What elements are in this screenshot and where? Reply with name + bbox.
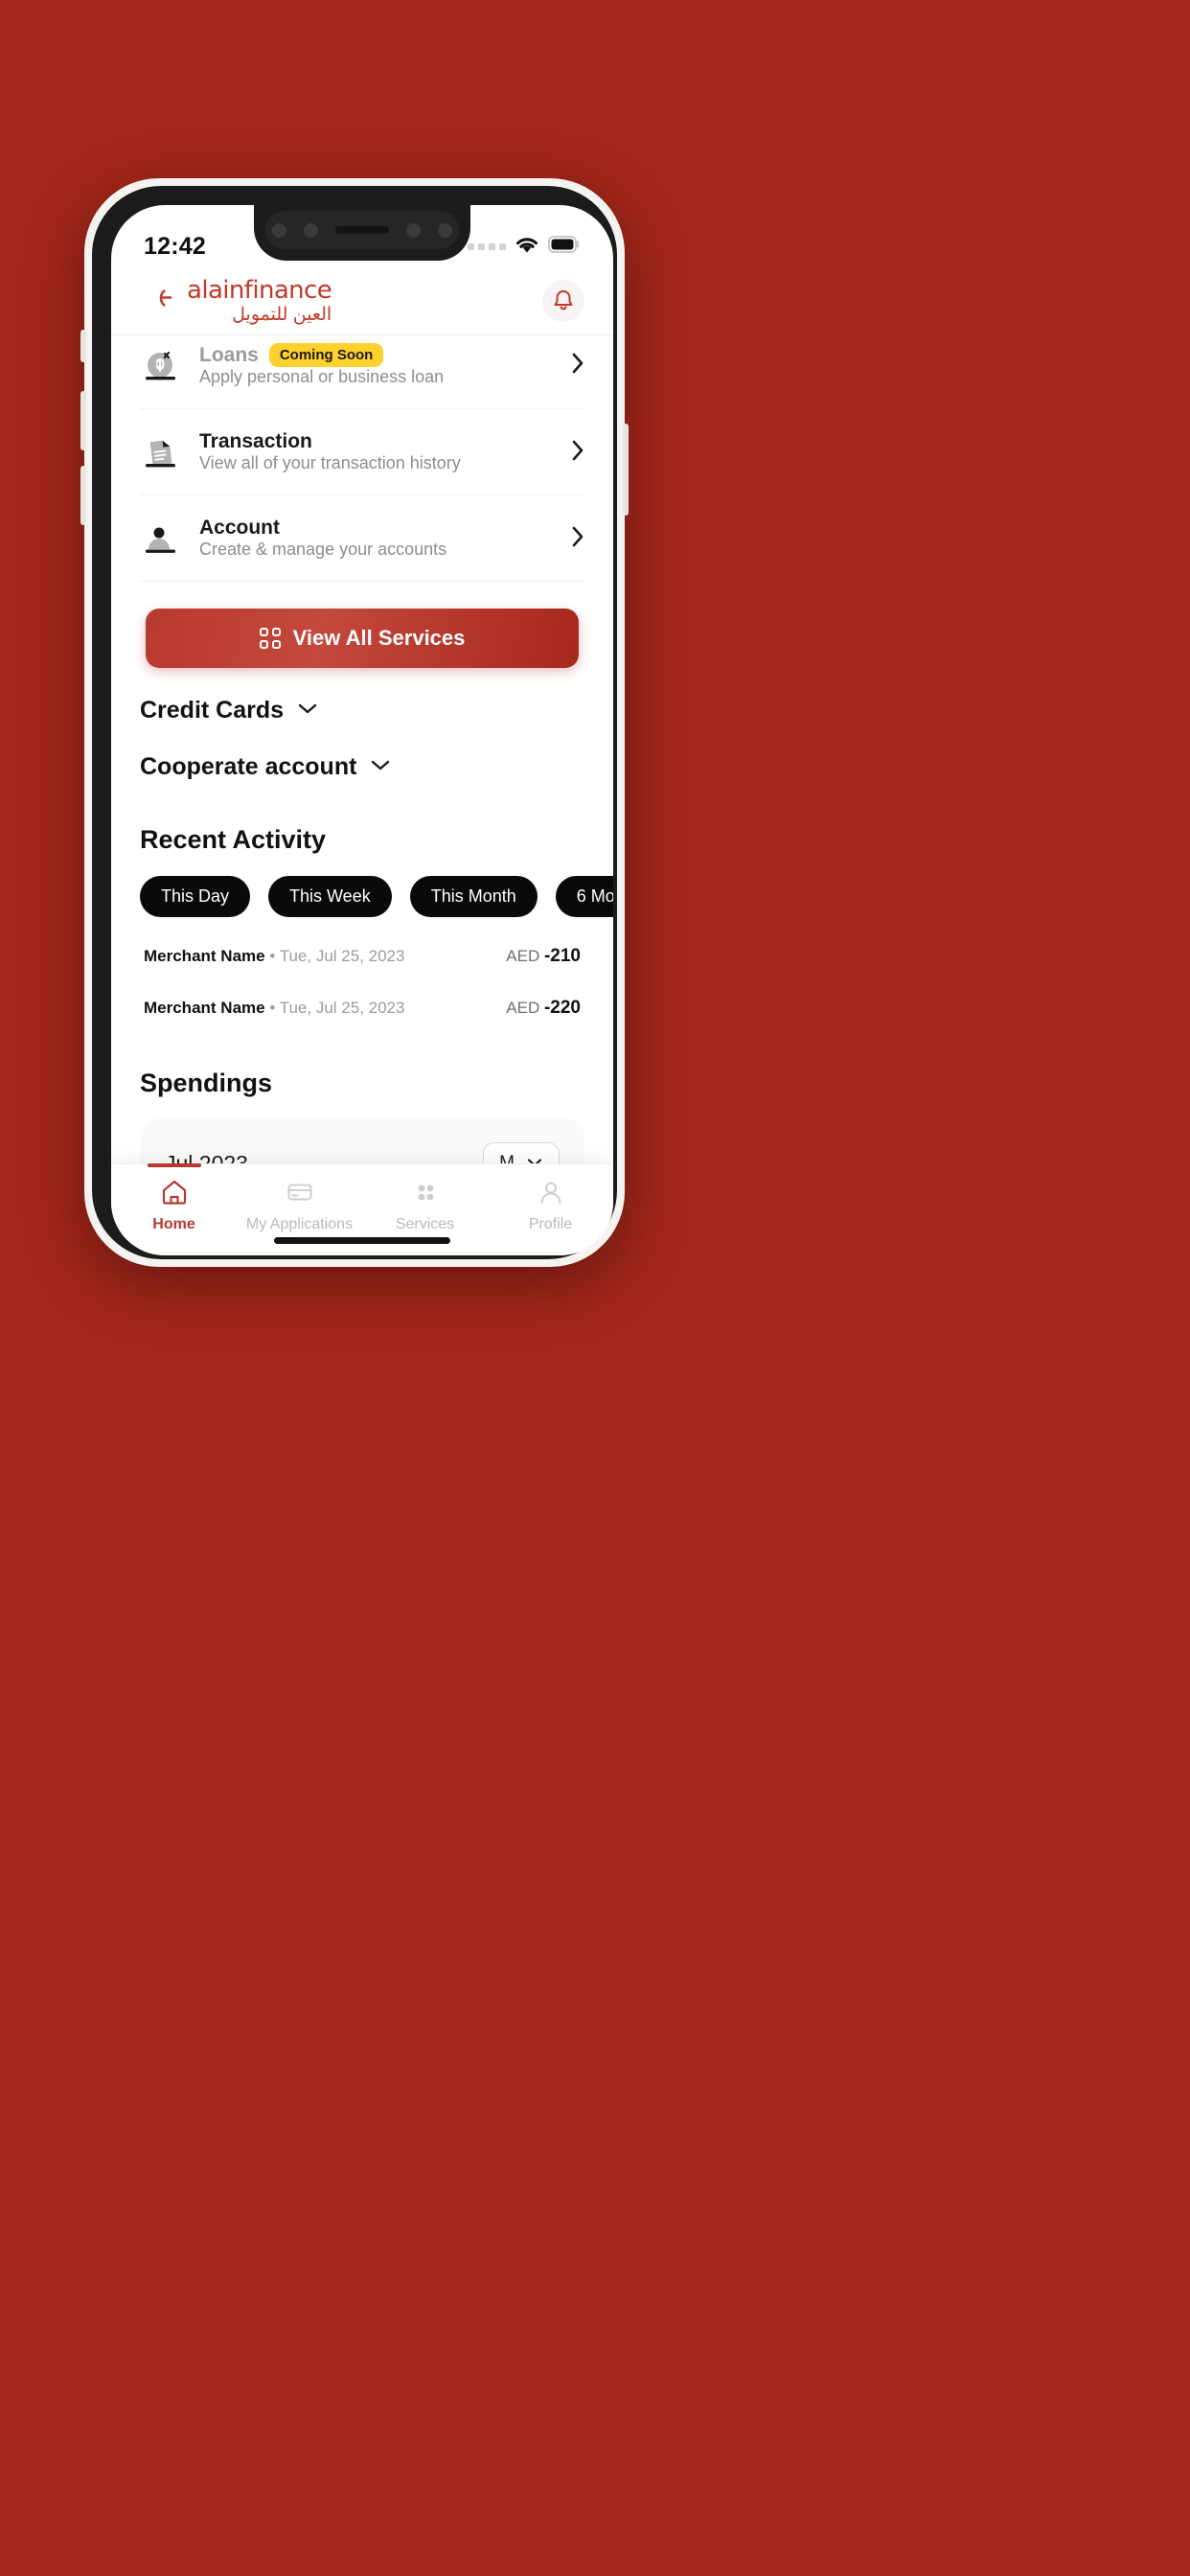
transaction-date: Tue, Jul 25, 2023 bbox=[279, 947, 405, 965]
chevron-right-icon[interactable] bbox=[571, 439, 584, 466]
wifi-icon bbox=[515, 235, 539, 259]
volume-up-button[interactable] bbox=[80, 391, 86, 450]
grid-four-squares-icon bbox=[259, 628, 281, 649]
status-badge: Coming Soon bbox=[268, 343, 384, 367]
tab-label: Home bbox=[152, 1216, 195, 1232]
signal-dots-icon bbox=[468, 242, 506, 250]
transaction-merchant: Merchant Name bbox=[144, 999, 265, 1017]
tab-label: Profile bbox=[528, 1216, 573, 1232]
status-bar-clock: 12:42 bbox=[144, 232, 206, 260]
filter-pill-this-day[interactable]: This Day bbox=[140, 876, 251, 917]
transaction-currency: AED bbox=[506, 999, 540, 1017]
profile-person-icon bbox=[537, 1178, 565, 1211]
transaction-merchant: Merchant Name bbox=[144, 947, 265, 965]
service-subtitle: Apply personal or business loan bbox=[199, 367, 445, 386]
service-subtitle: Create & manage your accounts bbox=[199, 540, 447, 559]
table-row[interactable]: Merchant Name • Tue, Jul 25, 2023 AED -2… bbox=[140, 982, 584, 1034]
silent-switch[interactable] bbox=[80, 330, 86, 362]
view-all-services-label: View All Services bbox=[292, 626, 466, 650]
battery-full-icon bbox=[548, 235, 581, 258]
volume-down-button[interactable] bbox=[80, 466, 86, 525]
document-icon bbox=[140, 431, 182, 473]
view-all-services-button[interactable]: View All Services bbox=[146, 609, 579, 668]
chevron-down-icon[interactable] bbox=[370, 758, 391, 776]
chevron-right-icon[interactable] bbox=[571, 352, 584, 379]
grid-dots-icon bbox=[411, 1178, 440, 1211]
alainfinance-logo-mark bbox=[140, 279, 178, 322]
island-camera-dot bbox=[438, 222, 452, 238]
service-title: Transaction bbox=[199, 430, 312, 452]
section-title: Credit Cards bbox=[140, 697, 285, 724]
power-button[interactable] bbox=[623, 424, 629, 516]
transaction-amount: -210 bbox=[543, 946, 581, 966]
phone-device-frame: 12:42 alainfinance العين للتمويل Loans C… bbox=[80, 178, 629, 1267]
app-logo[interactable]: alainfinance العين للتمويل bbox=[140, 278, 332, 324]
transaction-currency: AED bbox=[506, 947, 540, 965]
filter-pill-6-month[interactable]: 6 Month bbox=[555, 876, 613, 917]
service-subtitle: View all of your transaction history bbox=[199, 453, 461, 472]
chevron-down-icon[interactable] bbox=[297, 702, 318, 720]
home-icon bbox=[160, 1178, 189, 1211]
spendings-section: Spendings bbox=[111, 1034, 613, 1098]
logo-wordmark: alainfinance bbox=[187, 275, 332, 305]
dynamic-island bbox=[265, 211, 459, 249]
tab-label: My Applications bbox=[245, 1216, 354, 1232]
money-bag-icon bbox=[140, 344, 182, 386]
section-title: Cooperate account bbox=[140, 753, 357, 780]
notification-bell-button[interactable] bbox=[542, 279, 584, 322]
phone-bezel: 12:42 alainfinance العين للتمويل Loans C… bbox=[92, 186, 617, 1259]
service-row-account[interactable]: Account Create & manage your accounts bbox=[140, 495, 584, 582]
service-title: Account bbox=[199, 517, 280, 539]
active-tab-indicator bbox=[147, 1163, 201, 1167]
home-indicator[interactable] bbox=[274, 1237, 450, 1244]
section-credit-cards[interactable]: Credit Cards bbox=[140, 668, 584, 724]
tab-label: Services bbox=[395, 1216, 455, 1232]
bell-icon bbox=[554, 289, 573, 310]
card-stack-icon bbox=[286, 1178, 314, 1211]
scroll-content[interactable]: Loans Coming Soon Apply personal or busi… bbox=[111, 335, 613, 1255]
transaction-separator: • bbox=[269, 947, 276, 965]
services-list: Loans Coming Soon Apply personal or busi… bbox=[111, 335, 613, 582]
status-bar-indicators bbox=[468, 235, 581, 259]
activity-filter-pills[interactable]: This Day This Week This Month 6 Month bbox=[140, 876, 613, 917]
section-cooperate-account[interactable]: Cooperate account bbox=[140, 724, 584, 781]
person-icon bbox=[140, 518, 182, 560]
recent-activity-section: Recent Activity This Day This Week This … bbox=[111, 781, 613, 1034]
service-row-transaction[interactable]: Transaction View all of your transaction… bbox=[140, 409, 584, 495]
table-row[interactable]: Merchant Name • Tue, Jul 25, 2023 AED -2… bbox=[140, 931, 584, 982]
spendings-title: Spendings bbox=[140, 1069, 273, 1097]
tab-home[interactable]: Home bbox=[111, 1163, 237, 1255]
filter-pill-this-week[interactable]: This Week bbox=[268, 876, 392, 917]
phone-screen: 12:42 alainfinance العين للتمويل Loans C… bbox=[111, 205, 613, 1255]
transaction-date: Tue, Jul 25, 2023 bbox=[279, 999, 405, 1017]
island-speaker-bar bbox=[335, 226, 389, 234]
service-row-loans[interactable]: Loans Coming Soon Apply personal or busi… bbox=[140, 335, 584, 409]
filter-pill-this-month[interactable]: This Month bbox=[409, 876, 538, 917]
island-sensor-dot bbox=[272, 222, 286, 238]
island-sensor-dot bbox=[406, 222, 421, 238]
recent-activity-title: Recent Activity bbox=[140, 825, 327, 854]
chevron-right-icon[interactable] bbox=[571, 525, 584, 552]
transaction-separator: • bbox=[269, 999, 276, 1017]
logo-arabic-text: العين للتمويل bbox=[232, 304, 332, 325]
tab-profile[interactable]: Profile bbox=[488, 1164, 613, 1255]
transaction-amount: -220 bbox=[543, 998, 581, 1018]
island-sensor-dot bbox=[304, 222, 318, 238]
app-header: alainfinance العين للتمويل bbox=[111, 266, 613, 335]
service-title: Loans bbox=[199, 343, 259, 366]
